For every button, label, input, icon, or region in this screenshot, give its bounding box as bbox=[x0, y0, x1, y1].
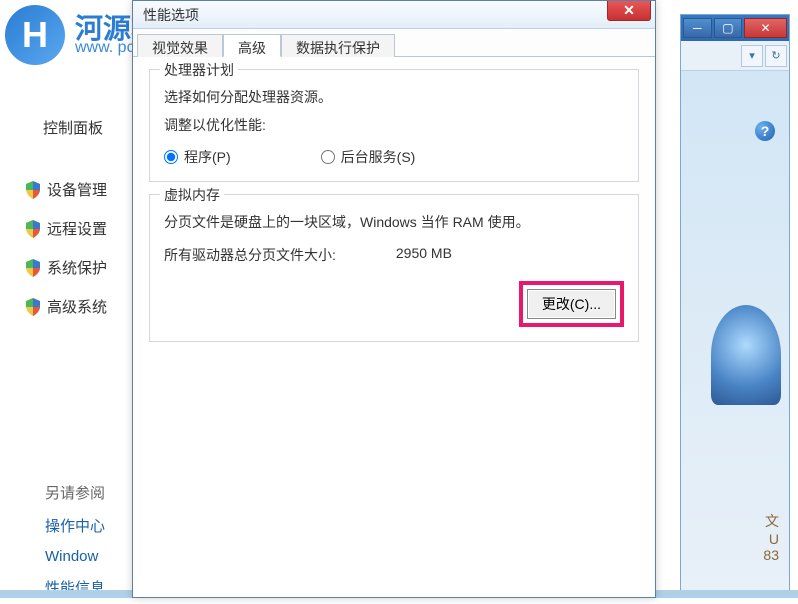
logo-icon bbox=[5, 5, 65, 65]
bg-graphic-icon bbox=[711, 305, 781, 405]
radio-background[interactable]: 后台服务(S) bbox=[321, 147, 416, 167]
dialog-title: 性能选项 bbox=[143, 5, 199, 25]
shield-icon bbox=[25, 220, 41, 238]
highlight-box: 更改(C)... bbox=[519, 281, 624, 327]
bg-toolbar-refresh[interactable]: ↻ bbox=[765, 45, 787, 67]
bg-maximize-button[interactable]: ▢ bbox=[714, 18, 743, 38]
sidebar-link-performance-info[interactable]: 性能信息 bbox=[5, 571, 135, 604]
bg-toolbar-dropdown[interactable]: ▾ bbox=[741, 45, 763, 67]
processor-scheduling-group: 处理器计划 选择如何分配处理器资源。 调整以优化性能: 程序(P) 后台服务(S… bbox=[149, 69, 639, 182]
bg-toolbar: ▾ ↻ bbox=[681, 41, 789, 71]
optimize-label: 调整以优化性能: bbox=[164, 114, 624, 136]
close-icon: ✕ bbox=[623, 2, 635, 19]
sidebar-link-windows[interactable]: Window bbox=[5, 542, 135, 571]
sidebar-header[interactable]: 控制面板 bbox=[5, 85, 135, 138]
help-icon[interactable]: ? bbox=[755, 121, 775, 141]
dialog-body: 处理器计划 选择如何分配处理器资源。 调整以优化性能: 程序(P) 后台服务(S… bbox=[133, 57, 655, 366]
radio-programs[interactable]: 程序(P) bbox=[164, 147, 231, 167]
change-button[interactable]: 更改(C)... bbox=[527, 289, 616, 319]
vm-group-title: 虚拟内存 bbox=[160, 185, 224, 205]
bg-close-button[interactable]: ✕ bbox=[744, 18, 787, 38]
vm-total-label: 所有驱动器总分页文件大小: bbox=[164, 245, 336, 265]
radio-programs-label: 程序(P) bbox=[184, 147, 231, 167]
virtual-memory-group: 虚拟内存 分页文件是硬盘上的一块区域，Windows 当作 RAM 使用。 所有… bbox=[149, 194, 639, 342]
tab-dep[interactable]: 数据执行保护 bbox=[281, 34, 395, 57]
shield-icon bbox=[25, 298, 41, 316]
radio-background-label: 后台服务(S) bbox=[341, 147, 416, 167]
sidebar-item-label: 系统保护 bbox=[47, 257, 107, 278]
bg-info-text: 文 U 83 bbox=[763, 511, 779, 563]
bg-titlebar: ─ ▢ ✕ bbox=[681, 15, 789, 41]
shield-icon bbox=[25, 181, 41, 199]
bg-content: ? 文 U 83 bbox=[681, 71, 789, 571]
radio-programs-input[interactable] bbox=[164, 150, 178, 164]
change-button-wrap: 更改(C)... bbox=[164, 281, 624, 327]
sidebar-item-device-manager[interactable]: 设备管理 bbox=[5, 170, 135, 209]
sidebar-link-action-center[interactable]: 操作中心 bbox=[5, 509, 135, 542]
sidebar-item-label: 高级系统 bbox=[47, 296, 107, 317]
vm-total-value: 2950 MB bbox=[396, 245, 452, 265]
sidebar-item-remote-settings[interactable]: 远程设置 bbox=[5, 209, 135, 248]
dialog-tabs: 视觉效果 高级 数据执行保护 bbox=[133, 29, 655, 57]
sidebar-item-system-protection[interactable]: 系统保护 bbox=[5, 248, 135, 287]
performance-options-dialog: 性能选项 ✕ 视觉效果 高级 数据执行保护 处理器计划 选择如何分配处理器资源。… bbox=[132, 0, 656, 598]
dialog-titlebar[interactable]: 性能选项 ✕ bbox=[133, 1, 655, 29]
processor-desc: 选择如何分配处理器资源。 bbox=[164, 86, 624, 108]
sidebar-section-label: 另请参阅 bbox=[5, 476, 135, 509]
sidebar: 控制面板 设备管理 远程设置 系统保护 高级系统 另请参阅 操作中心 Windo… bbox=[0, 75, 135, 595]
radio-background-input[interactable] bbox=[321, 150, 335, 164]
sidebar-item-advanced-system[interactable]: 高级系统 bbox=[5, 287, 135, 326]
sidebar-item-label: 设备管理 bbox=[47, 179, 107, 200]
dialog-close-button[interactable]: ✕ bbox=[607, 1, 651, 21]
vm-desc: 分页文件是硬盘上的一块区域，Windows 当作 RAM 使用。 bbox=[164, 211, 624, 233]
background-window: ─ ▢ ✕ ▾ ↻ ? 文 U 83 bbox=[680, 14, 790, 594]
tab-advanced[interactable]: 高级 bbox=[223, 34, 281, 57]
processor-radio-row: 程序(P) 后台服务(S) bbox=[164, 147, 624, 167]
shield-icon bbox=[25, 259, 41, 277]
sidebar-item-label: 远程设置 bbox=[47, 218, 107, 239]
processor-group-title: 处理器计划 bbox=[160, 60, 238, 80]
vm-total-row: 所有驱动器总分页文件大小: 2950 MB bbox=[164, 245, 624, 265]
tab-visual-effects[interactable]: 视觉效果 bbox=[137, 34, 223, 57]
bg-minimize-button[interactable]: ─ bbox=[683, 18, 712, 38]
